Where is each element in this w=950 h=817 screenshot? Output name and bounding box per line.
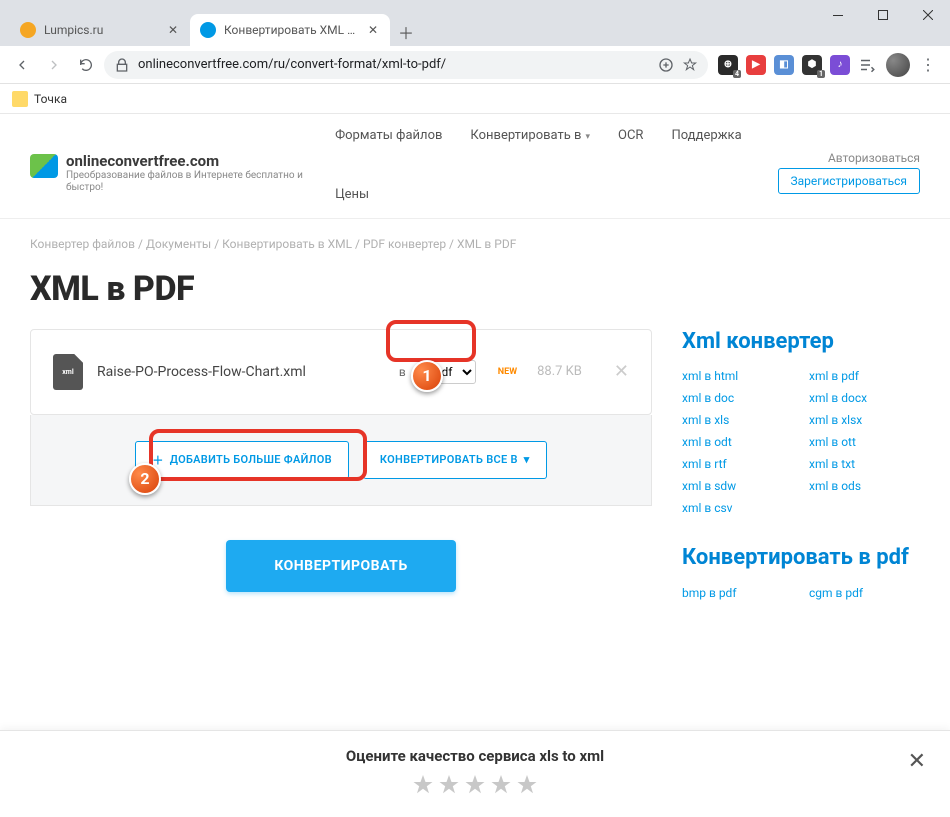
side-link[interactable]: xml в rtf	[682, 457, 793, 471]
breadcrumb-item[interactable]: Конвертер файлов	[30, 237, 135, 251]
rating-bar: Оцените качество сервиса xls to xml ✕	[0, 730, 950, 817]
ext-icon[interactable]: ◧	[774, 55, 794, 75]
ext-icon[interactable]: ⊕4	[718, 55, 738, 75]
breadcrumb-item[interactable]: XML в PDF	[457, 237, 516, 251]
star-icon[interactable]	[515, 773, 539, 797]
nav-support[interactable]: Поддержка	[671, 128, 741, 159]
profile-avatar[interactable]	[886, 53, 910, 77]
tabstrip: Lumpics.ru ✕ Конвертировать XML в PDF он…	[0, 10, 950, 46]
side-link[interactable]: xml в html	[682, 369, 793, 383]
side-link[interactable]: xml в odt	[682, 435, 793, 449]
nav-ocr[interactable]: OCR	[618, 128, 643, 159]
forward-button[interactable]	[40, 51, 68, 79]
side-link[interactable]: xml в doc	[682, 391, 793, 405]
side-link[interactable]: xml в pdf	[809, 369, 920, 383]
side-link[interactable]: xml в docx	[809, 391, 920, 405]
lock-icon	[114, 57, 130, 73]
ext-icon[interactable]: ▶	[746, 55, 766, 75]
breadcrumb: Конвертер файлов / Документы / Конвертир…	[0, 219, 950, 261]
logo-icon	[30, 154, 58, 178]
side-link[interactable]	[809, 501, 920, 515]
sidebar-links-xml: xml в html xml в pdf xml в doc xml в doc…	[682, 369, 920, 515]
side-link[interactable]: xml в csv	[682, 501, 793, 515]
logo-name: onlineconvertfree.com	[66, 152, 305, 170]
chevron-down-icon: ▾	[585, 132, 590, 142]
new-tab-button[interactable]: ＋	[392, 18, 420, 46]
star-icon[interactable]	[463, 773, 487, 797]
install-icon[interactable]	[658, 57, 674, 73]
tab-lumpics[interactable]: Lumpics.ru ✕	[10, 14, 190, 46]
close-icon[interactable]: ✕	[166, 23, 180, 37]
actions-block: ＋ ДОБАВИТЬ БОЛЬШЕ ФАЙЛОВ КОНВЕРТИРОВАТЬ …	[30, 415, 652, 506]
file-name: Raise-PO-Process-Flow-Chart.xml	[97, 364, 385, 380]
url-text: onlineconvertfree.com/ru/convert-format/…	[138, 57, 446, 72]
chevron-down-icon: ▾	[524, 453, 530, 466]
sidebar-heading-xml: Xml конвертер	[682, 329, 920, 355]
register-button[interactable]: Зарегистрироваться	[778, 168, 920, 194]
side-link[interactable]: xml в txt	[809, 457, 920, 471]
tab-title: Конвертировать XML в PDF онл	[224, 23, 358, 37]
menu-button[interactable]: ⋮	[914, 51, 942, 79]
bookmark-item[interactable]: Точка	[34, 92, 67, 106]
ext-icon[interactable]: ♪	[830, 55, 850, 75]
window-minimize[interactable]	[815, 0, 860, 30]
folder-icon	[12, 91, 28, 107]
annotation-marker-1: 1	[411, 360, 443, 392]
window-maximize[interactable]	[860, 0, 905, 30]
sidebar-links-pdf: bmp в pdf cgm в pdf	[682, 586, 920, 600]
to-label: в	[399, 365, 406, 379]
login-link[interactable]: Авторизоваться	[778, 151, 920, 165]
side-link[interactable]: xml в sdw	[682, 479, 793, 493]
page-title: XML в PDF	[0, 261, 950, 329]
star-icon[interactable]	[682, 57, 698, 73]
star-icon[interactable]	[437, 773, 461, 797]
side-link[interactable]: bmp в pdf	[682, 586, 793, 600]
breadcrumb-item[interactable]: Документы	[146, 237, 211, 251]
rating-close-button[interactable]: ✕	[908, 749, 926, 774]
side-link[interactable]: xml в ods	[809, 479, 920, 493]
favicon-icon	[20, 22, 36, 38]
nav-prices[interactable]: Цены	[335, 187, 369, 218]
site-logo[interactable]: onlineconvertfree.com Преобразование фай…	[30, 152, 305, 194]
reload-button[interactable]	[72, 51, 100, 79]
window-close[interactable]	[905, 0, 950, 30]
sidebar-heading-pdf: Конвертировать в pdf	[682, 545, 920, 571]
star-icon[interactable]	[411, 773, 435, 797]
side-link[interactable]: xml в ott	[809, 435, 920, 449]
favicon-icon	[200, 22, 216, 38]
remove-file-button[interactable]: ✕	[614, 361, 629, 382]
side-link[interactable]: xml в xls	[682, 413, 793, 427]
breadcrumb-item[interactable]: Конвертировать в XML	[222, 237, 352, 251]
extensions: ⊕4 ▶ ◧ ⬢1 ♪	[712, 55, 882, 75]
close-icon[interactable]: ✕	[366, 23, 380, 37]
file-size: 88.7 KB	[537, 364, 582, 379]
tab-title: Lumpics.ru	[44, 23, 158, 37]
convert-button[interactable]: КОНВЕРТИРОВАТЬ	[226, 540, 455, 592]
side-link[interactable]: cgm в pdf	[809, 586, 920, 600]
bookmarks-bar: Точка	[0, 84, 950, 114]
breadcrumb-item[interactable]: PDF конвертер	[363, 237, 446, 251]
file-icon: xml	[53, 354, 83, 390]
tab-onlineconvertfree[interactable]: Конвертировать XML в PDF онл ✕	[190, 14, 390, 46]
address-bar[interactable]: onlineconvertfree.com/ru/convert-format/…	[104, 51, 708, 79]
file-card: xml Raise-PO-Process-Flow-Chart.xml в pd…	[30, 329, 652, 415]
nav-convert-to[interactable]: Конвертировать в▾	[470, 128, 590, 159]
nav-formats[interactable]: Форматы файлов	[335, 128, 442, 159]
convert-all-dropdown[interactable]: КОНВЕРТИРОВАТЬ ВСЕ В ▾	[363, 441, 547, 479]
back-button[interactable]	[8, 51, 36, 79]
add-more-files-button[interactable]: ＋ ДОБАВИТЬ БОЛЬШЕ ФАЙЛОВ	[135, 441, 349, 479]
rating-stars[interactable]	[0, 773, 950, 797]
ext-icon[interactable]: ⬢1	[802, 55, 822, 75]
side-link[interactable]: xml в xlsx	[809, 413, 920, 427]
new-badge: NEW	[498, 367, 517, 377]
star-icon[interactable]	[489, 773, 513, 797]
logo-tagline: Преобразование файлов в Интернете беспла…	[66, 170, 305, 194]
rating-title: Оцените качество сервиса xls to xml	[0, 747, 950, 765]
reading-list-icon[interactable]	[858, 56, 876, 74]
annotation-marker-2: 2	[129, 463, 161, 495]
